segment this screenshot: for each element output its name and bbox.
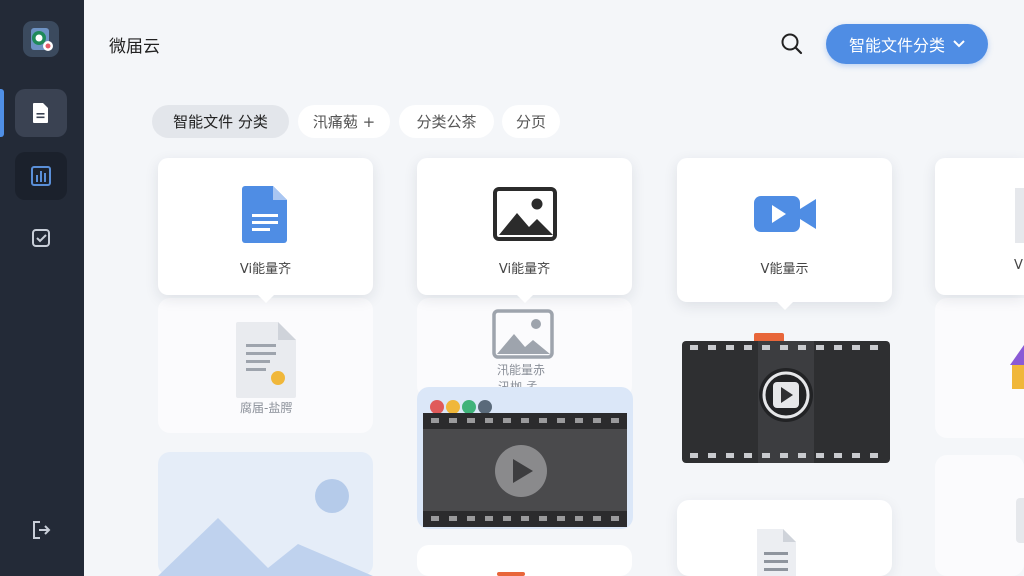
smart-classify-label: 智能文件分类 bbox=[848, 36, 945, 55]
film-strip-icon bbox=[682, 333, 890, 463]
faded-image-label: 汛能量赤 bbox=[497, 363, 546, 377]
video-thumbnail-selected[interactable] bbox=[417, 387, 633, 529]
tooltip-tail bbox=[775, 301, 794, 310]
faded-document-icon bbox=[236, 322, 296, 398]
document-icon bbox=[33, 103, 48, 123]
orange-file-icon bbox=[497, 572, 525, 576]
sidebar-active-indicator bbox=[0, 89, 4, 137]
card-label: Vi能量齐 bbox=[239, 262, 292, 277]
video-thumbnail[interactable] bbox=[680, 333, 892, 465]
filter-chip-3[interactable]: 分类公茶 bbox=[399, 105, 494, 138]
image-icon bbox=[492, 187, 557, 241]
app-title: 微届云 bbox=[109, 37, 160, 57]
logout-icon bbox=[33, 521, 51, 539]
sidebar-item-files[interactable] bbox=[15, 89, 67, 137]
file-card-document-2[interactable] bbox=[677, 500, 892, 576]
partial-house-icon bbox=[1010, 345, 1024, 389]
app-logo bbox=[23, 21, 59, 57]
document-icon bbox=[241, 186, 287, 243]
film-strip-icon bbox=[423, 400, 627, 527]
sidebar bbox=[0, 0, 84, 576]
card-label: V能量示 bbox=[760, 262, 809, 277]
video-camera-icon bbox=[753, 196, 816, 232]
tooltip-tail bbox=[515, 294, 534, 303]
mountain-image-icon bbox=[158, 479, 373, 576]
cloud-logo-icon bbox=[31, 28, 53, 51]
file-card-partial[interactable]: V bbox=[935, 158, 1024, 295]
card-label: V bbox=[1014, 258, 1023, 273]
faded-image-icon bbox=[492, 309, 554, 359]
filter-chip-smart[interactable]: 智能文件 分类 bbox=[152, 105, 289, 138]
file-icon bbox=[1015, 188, 1024, 243]
bar-chart-icon bbox=[31, 166, 51, 186]
smart-classify-button[interactable]: 智能文件分类 bbox=[826, 24, 988, 64]
image-thumbnail[interactable] bbox=[158, 452, 373, 576]
chevron-down-icon bbox=[953, 40, 965, 48]
faded-doc-label: 腐届-盐腭 bbox=[240, 401, 293, 415]
faded-tile bbox=[935, 455, 1024, 576]
card-label: Vi能量齐 bbox=[498, 262, 551, 277]
tooltip-tail bbox=[256, 294, 275, 303]
sidebar-item-stats[interactable] bbox=[15, 152, 67, 200]
filter-chip-2[interactable]: 汛痛葂 + bbox=[298, 105, 390, 138]
file-card-bottom[interactable] bbox=[417, 545, 632, 576]
logout-button[interactable] bbox=[15, 506, 67, 554]
partial-icon bbox=[1016, 498, 1024, 543]
faded-document-icon bbox=[757, 529, 796, 576]
file-card-video[interactable]: V能量示 bbox=[677, 158, 892, 310]
checklist-icon bbox=[32, 229, 50, 247]
filter-chip-4[interactable]: 分页 bbox=[502, 105, 560, 138]
file-card-image[interactable]: Vi能量齐 bbox=[417, 158, 632, 303]
file-card-document[interactable]: Vi能量齐 bbox=[158, 158, 373, 303]
sidebar-item-tasks[interactable] bbox=[15, 214, 67, 262]
search-icon[interactable] bbox=[779, 31, 805, 57]
